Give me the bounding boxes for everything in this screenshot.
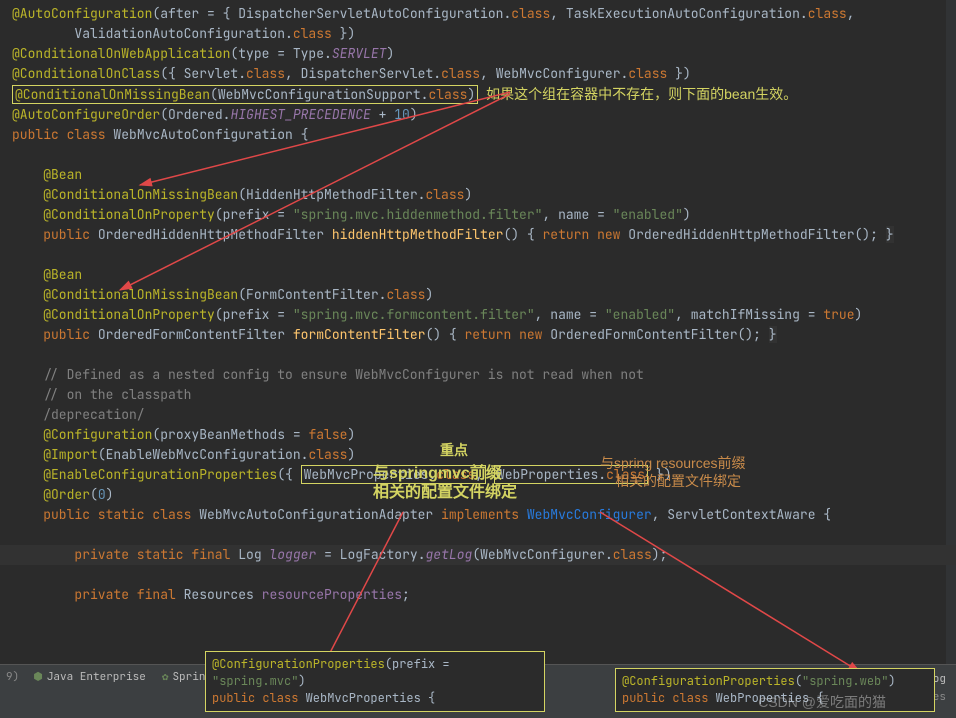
watermark: CSDN @爱吃面的猫 (758, 692, 886, 712)
class-name: WebMvcAutoConfiguration (113, 126, 292, 143)
annotation-resources: 与spring resources前缀 (600, 453, 746, 473)
popup-webmvc: @ConfigurationProperties(prefix = "sprin… (205, 651, 545, 712)
comment: // Defined as a nested config to ensure … (43, 366, 644, 383)
annotation-important: 重点 (440, 440, 468, 460)
annotation: @AutoConfiguration (12, 5, 152, 22)
code-editor[interactable]: @AutoConfiguration(after = { DispatcherS… (0, 0, 956, 609)
tab-java-enterprise[interactable]: ⬢Java Enterprise (25, 668, 154, 686)
annotation-text: 如果这个组在容器中不存在，则下面的bean生效。 (486, 86, 797, 102)
